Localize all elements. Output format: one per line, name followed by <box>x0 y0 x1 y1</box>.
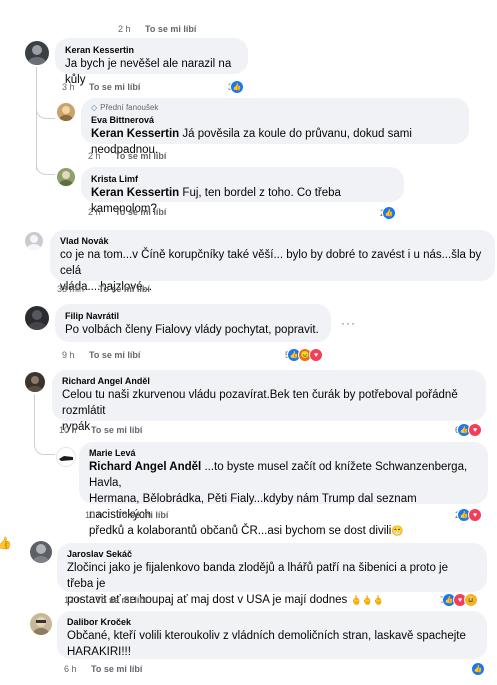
comment-text-line: co je na tom...v Číně korupčníky také vě… <box>60 249 482 277</box>
comment-meta: 10 h To se mi líbí <box>59 425 142 435</box>
mention-link[interactable]: Keran Kessertin <box>91 128 179 140</box>
reply-bubble: Krista Limf Keran Kessertin Fuj, ten bor… <box>81 167 404 215</box>
avatar[interactable] <box>25 372 45 392</box>
comment-bubble: Vlad Novák co je na tom...v Číně korupčn… <box>50 230 495 293</box>
comment-author[interactable]: Keran Kessertin <box>65 44 238 56</box>
comment-bubble: Richard Angel Anděl Celou tu naši zkurve… <box>52 370 486 433</box>
thumbs-up-icon: 👍 <box>0 536 12 550</box>
haha-reaction-icon: 😆 <box>464 593 479 607</box>
like-link[interactable]: To se mi líbí <box>117 510 168 520</box>
like-link[interactable]: To se mi líbí <box>89 82 140 92</box>
like-link[interactable]: To se mi líbí <box>91 664 142 674</box>
like-link[interactable]: To se mi líbí <box>115 151 166 161</box>
reply-bubble: Marie Levá Richard Angel Anděl ...to bys… <box>79 442 488 537</box>
like-link[interactable]: To se mi líbí <box>89 350 140 360</box>
avatar[interactable] <box>25 306 49 330</box>
avatar[interactable] <box>57 103 75 121</box>
comment-time: 12 h <box>64 595 82 605</box>
thread-branch <box>34 438 55 455</box>
comment-time: 2 h <box>118 24 131 34</box>
thread-branch <box>36 104 55 119</box>
comment-meta: 9 h To se mi líbí <box>62 350 140 360</box>
comment-author[interactable]: Marie Levá <box>89 447 478 459</box>
love-reaction-icon: ♥ <box>309 348 324 362</box>
comment-meta: 2 h To se mi líbí <box>88 151 166 161</box>
comment-meta: 2 h To se mi líbí <box>118 24 196 34</box>
comment-meta: 33 min To se mi líbí <box>57 284 150 294</box>
comment-author[interactable]: Vlad Novák <box>60 235 485 247</box>
like-link[interactable]: To se mi líbí <box>115 207 166 217</box>
comment-time: 10 h <box>59 425 77 435</box>
reaction-summary[interactable]: 5 👍 😠 ♥ <box>285 348 324 362</box>
comment-meta: 12 h To se mi líbí <box>64 595 147 605</box>
reaction-summary[interactable]: 2 👍 <box>380 206 397 220</box>
like-reaction-icon: 👍 <box>382 206 397 220</box>
like-reaction-icon: 👍 <box>230 80 245 94</box>
comment-time: 9 h <box>62 350 75 360</box>
avatar[interactable] <box>30 613 52 635</box>
like-link[interactable]: To se mi líbí <box>96 595 147 605</box>
comment-author[interactable]: Filip Navrátil <box>65 310 321 322</box>
comment-time: 2 h <box>88 151 101 161</box>
comment-text: Po volbách členy Fialovy vlády pochytat,… <box>65 324 319 336</box>
comment-text-line: Občané, kteří volili kteroukoliv z vládn… <box>67 630 466 642</box>
comment-time: 2 h <box>88 207 101 217</box>
comment-meta: 2 h To se mi líbí <box>88 207 166 217</box>
middle-finger-emoji: 🖕🖕🖕 <box>350 595 385 605</box>
badge-label: Přední fanoušek <box>100 103 159 112</box>
like-reaction-icon: 👍 <box>471 662 485 676</box>
comment-meta: 6 h To se mi líbí <box>64 664 142 674</box>
grin-emoji: 😁 <box>391 526 404 537</box>
avatar[interactable] <box>57 168 75 186</box>
comment-time: 6 h <box>64 664 77 674</box>
comment-meta: 10 h To se mi líbí <box>85 510 168 520</box>
thread-line <box>36 67 37 170</box>
love-reaction-icon: ♥ <box>468 423 483 437</box>
comment-time: 3 h <box>62 82 75 92</box>
avatar[interactable] <box>25 232 43 250</box>
mention-link[interactable]: Richard Angel Anděl <box>89 461 201 473</box>
comment-bubble: Filip Navrátil Po volbách členy Fialovy … <box>55 304 331 342</box>
avatar[interactable] <box>25 41 49 65</box>
comment-meta: 3 h To se mi líbí <box>62 82 140 92</box>
thread-branch <box>36 160 55 175</box>
reaction-summary[interactable]: 2 👍 ♥ <box>455 508 483 522</box>
comment-text-line: Celou tu naši zkurvenou vládu pozavírat.… <box>62 389 458 417</box>
reaction-summary[interactable]: 👍 <box>470 662 485 676</box>
love-reaction-icon: ♥ <box>468 508 483 522</box>
comment-bubble: Keran Kessertin Ja bych je nevěšel ale n… <box>55 38 248 86</box>
more-options-icon[interactable]: ··· <box>341 316 356 330</box>
comment-text-line: Zločinci jako je fijalenkovo banda zlodě… <box>67 562 449 590</box>
top-fan-badge: ◇ Přední fanoušek <box>91 103 459 112</box>
comment-bubble: Jaroslav Sekáč Zločinci jako je fijalenk… <box>57 543 487 606</box>
comment-author[interactable]: Eva Bittnerová <box>91 114 459 126</box>
comment-time: 33 min <box>57 284 85 294</box>
comment-time: 10 h <box>85 510 103 520</box>
comment-author[interactable]: Dalibor Kroček <box>67 616 477 628</box>
like-link[interactable]: To se mi líbí <box>145 24 196 34</box>
diamond-icon: ◇ <box>91 103 98 112</box>
comment-bubble: Dalibor Kroček Občané, kteří volili kter… <box>57 611 487 659</box>
avatar[interactable] <box>56 447 76 467</box>
reply-bubble: ◇ Přední fanoušek Eva Bittnerová Keran K… <box>81 98 469 156</box>
reaction-summary[interactable]: 7 👍 ♥ 😆 <box>440 593 479 607</box>
mention-link[interactable]: Keran Kessertin <box>91 187 179 199</box>
comment-author[interactable]: Richard Angel Anděl <box>62 375 476 387</box>
comment-author[interactable]: Krista Limf <box>91 173 394 185</box>
reaction-summary[interactable]: 6 👍 ♥ <box>455 423 483 437</box>
comment-text-line: HARAKIRI!!! <box>67 646 131 658</box>
like-link[interactable]: To se mi líbí <box>91 425 142 435</box>
avatar[interactable] <box>30 541 52 563</box>
comment-text-line: Richard Angel Anděl ...to byste musel za… <box>89 461 468 489</box>
like-link[interactable]: To se mi líbí <box>99 284 150 294</box>
thread-line <box>34 394 35 438</box>
comment-author[interactable]: Jaroslav Sekáč <box>67 548 477 560</box>
reaction-summary[interactable]: 3 👍 <box>228 80 245 94</box>
comment-text-line: předků a kolaborantů občanů ČR...asi byc… <box>89 525 404 537</box>
